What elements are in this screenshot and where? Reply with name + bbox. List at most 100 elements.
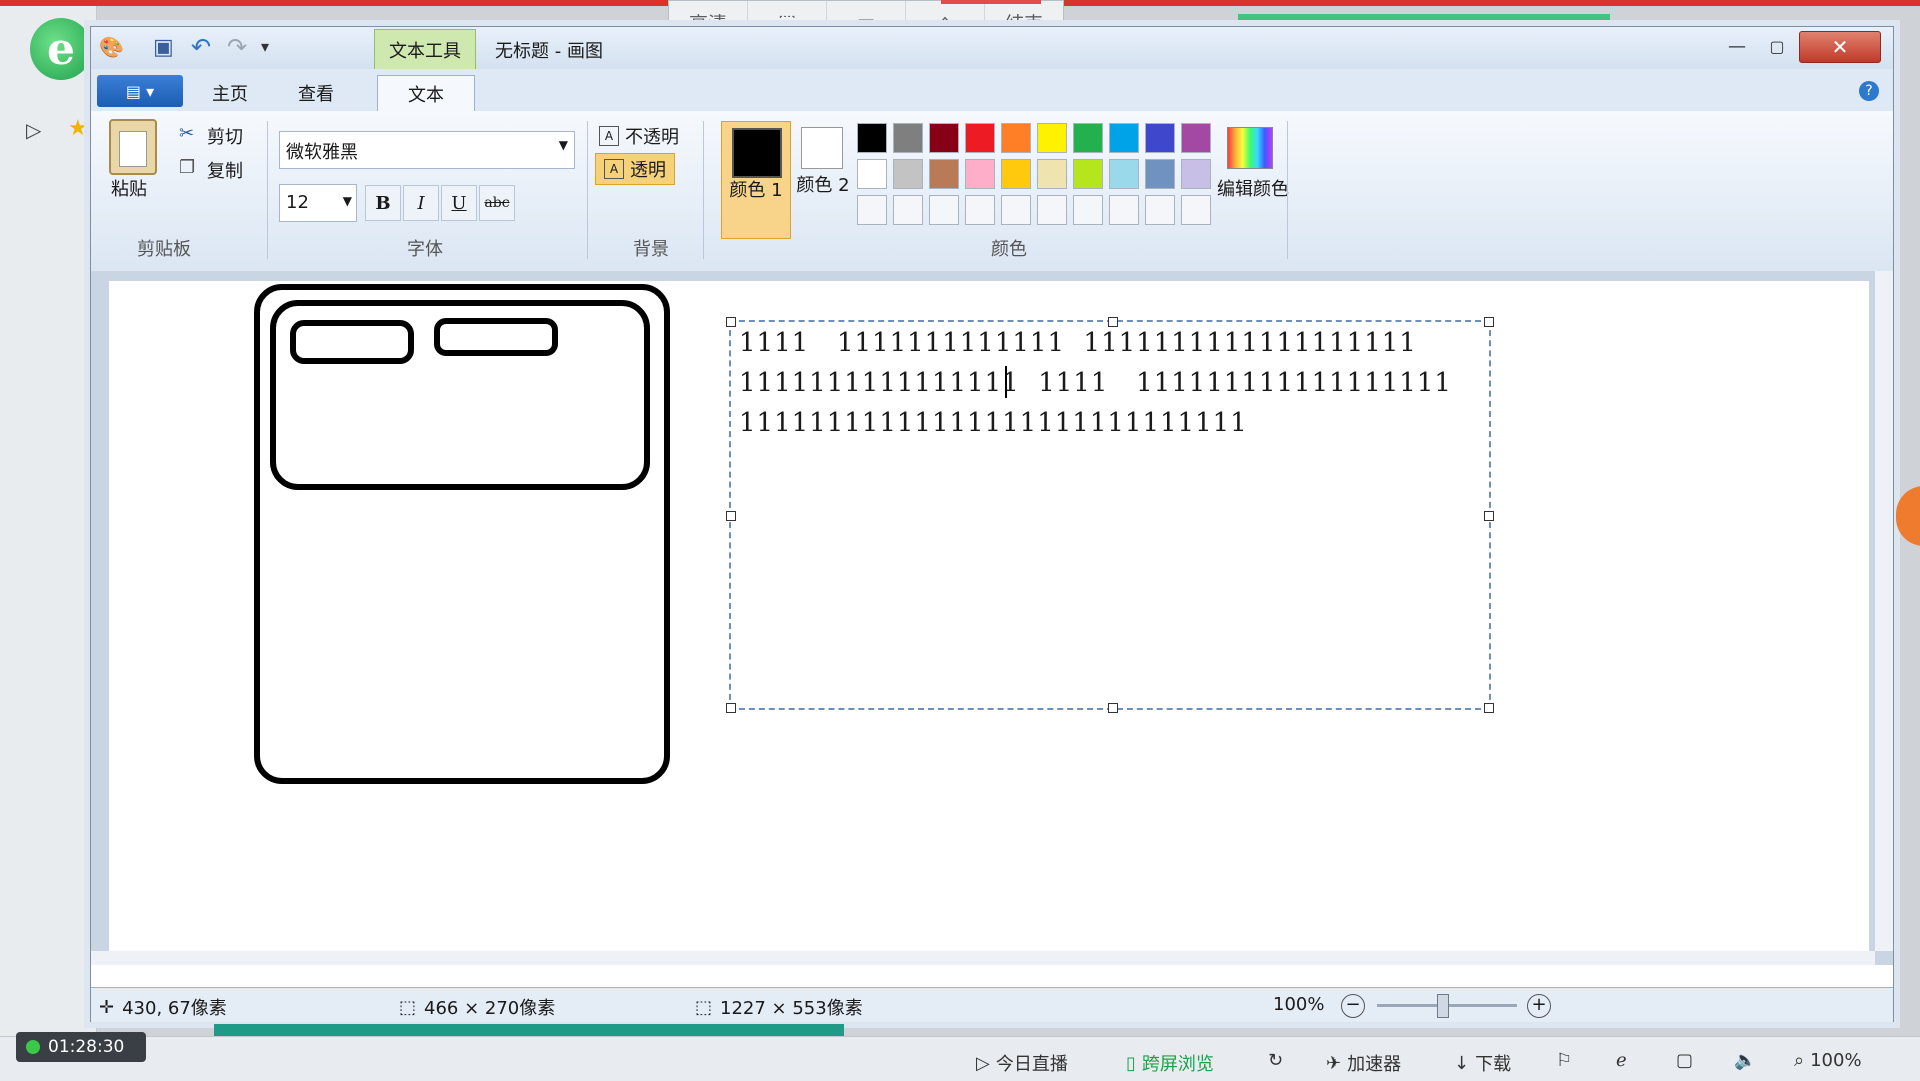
paint-app-icon[interactable]: 🎨	[99, 35, 125, 61]
strikethrough-button[interactable]: abc	[479, 185, 515, 221]
color-swatch[interactable]	[929, 195, 959, 225]
close-button[interactable]: ✕	[1799, 31, 1881, 63]
color-swatch[interactable]	[1109, 123, 1139, 153]
copy-button[interactable]: 复制	[207, 157, 243, 183]
color-swatch[interactable]	[1181, 123, 1211, 153]
color-swatch[interactable]	[1001, 159, 1031, 189]
transparent-button[interactable]: A 透明	[595, 153, 675, 185]
color-swatch[interactable]	[893, 195, 923, 225]
minimize-button[interactable]: —	[1719, 33, 1755, 59]
transparent-label: 透明	[630, 160, 666, 181]
color-swatch[interactable]	[1181, 159, 1211, 189]
live-button[interactable]: ▷ 今日直播	[976, 1050, 1068, 1076]
move-icon: ✛	[99, 996, 115, 1018]
copy-icon[interactable]: ❐	[179, 157, 195, 178]
zoom-control[interactable]: ⌕ 100%	[1794, 1050, 1862, 1071]
color-swatch[interactable]	[1073, 159, 1103, 189]
color-swatch[interactable]	[1109, 159, 1139, 189]
color2-button[interactable]	[801, 127, 843, 169]
italic-button[interactable]: I	[403, 185, 439, 221]
resize-handle[interactable]	[1484, 317, 1494, 327]
horizontal-scrollbar[interactable]	[91, 951, 1875, 965]
accelerator-label: 加速器	[1347, 1054, 1402, 1075]
window-icon[interactable]: ▢	[1676, 1050, 1693, 1071]
zoom-slider-thumb[interactable]	[1437, 994, 1449, 1018]
edit-colors-icon[interactable]	[1227, 127, 1273, 169]
browser-sidebar	[0, 6, 97, 1036]
tab-view[interactable]: 查看	[277, 75, 355, 111]
font-size-select[interactable]: 12 ▼	[279, 184, 357, 222]
refresh-icon[interactable]: ↻	[1268, 1050, 1283, 1071]
font-family-select[interactable]: 微软雅黑 ▼	[279, 131, 575, 169]
tab-text[interactable]: 文本	[377, 75, 475, 112]
resize-handle[interactable]	[726, 317, 736, 327]
maximize-button[interactable]: ▢	[1759, 33, 1795, 59]
resize-handle[interactable]	[1484, 511, 1494, 521]
resize-handle[interactable]	[726, 511, 736, 521]
zoom-in-button[interactable]: +	[1527, 994, 1551, 1018]
save-icon[interactable]: ▣	[153, 35, 174, 60]
resize-handle[interactable]	[726, 703, 736, 713]
color-swatch[interactable]	[1037, 123, 1067, 153]
side-float-tab[interactable]	[1896, 486, 1920, 546]
color-swatch[interactable]	[1073, 123, 1103, 153]
undo-icon[interactable]: ↶	[191, 33, 211, 61]
color-swatch[interactable]	[1181, 195, 1211, 225]
text-tools-context-tab: 文本工具	[374, 29, 476, 71]
text-line: 11111111111111111111111111111	[739, 408, 1248, 438]
color-swatch[interactable]	[1037, 195, 1067, 225]
resize-handle[interactable]	[1108, 703, 1118, 713]
scissors-icon[interactable]: ✂	[179, 123, 194, 144]
canvas-size: ⬚ 1227 × 553像素	[695, 994, 863, 1020]
tab-home[interactable]: 主页	[191, 75, 269, 111]
customize-toolbar-icon[interactable]: ▾	[261, 37, 269, 56]
redo-icon[interactable]: ↷	[227, 33, 247, 61]
canvas-size-value: 1227 × 553像素	[720, 998, 863, 1019]
zoom-out-button[interactable]: −	[1341, 994, 1365, 1018]
color-swatch[interactable]	[1001, 195, 1031, 225]
download-button[interactable]: ↓ 下载	[1454, 1050, 1511, 1076]
ie-icon[interactable]: ℯ	[1616, 1050, 1627, 1071]
sound-icon[interactable]: 🔈	[1734, 1050, 1756, 1071]
color-swatch[interactable]	[1109, 195, 1139, 225]
color1-button[interactable]: 颜色 1	[721, 121, 791, 239]
paste-icon[interactable]	[109, 119, 157, 175]
download-icon: ↓	[1454, 1052, 1470, 1074]
star-icon[interactable]: ★	[68, 116, 88, 141]
color-swatch[interactable]	[893, 159, 923, 189]
resize-handle[interactable]	[1108, 317, 1118, 327]
play-icon[interactable]: ▷	[26, 118, 41, 142]
color-swatch[interactable]	[857, 123, 887, 153]
color-swatch[interactable]	[1073, 195, 1103, 225]
color-swatch[interactable]	[857, 195, 887, 225]
text-box-selection[interactable]: 1111 1111111111111 1111111111111111111 1…	[726, 317, 1494, 713]
color-swatch[interactable]	[1001, 123, 1031, 153]
resize-handle[interactable]	[1484, 703, 1494, 713]
color-swatch[interactable]	[929, 123, 959, 153]
edit-colors-button[interactable]: 编辑颜色	[1217, 175, 1289, 201]
paste-button-label[interactable]: 粘贴	[111, 175, 147, 201]
file-menu-button[interactable]: ▤ ▾	[97, 75, 183, 107]
underline-button[interactable]: U	[441, 185, 477, 221]
accelerator-button[interactable]: ✈ 加速器	[1326, 1050, 1401, 1076]
cut-button[interactable]: 剪切	[207, 123, 243, 149]
color-swatch[interactable]	[965, 195, 995, 225]
color-swatch[interactable]	[965, 123, 995, 153]
color-swatch[interactable]	[1037, 159, 1067, 189]
cross-screen-button[interactable]: ▯ 跨屏浏览	[1126, 1050, 1214, 1076]
color-swatch[interactable]	[929, 159, 959, 189]
color-swatch[interactable]	[1145, 159, 1175, 189]
bold-button[interactable]: B	[365, 185, 401, 221]
download-label: 下载	[1475, 1054, 1512, 1075]
color-swatch[interactable]	[893, 123, 923, 153]
help-icon[interactable]: ?	[1859, 81, 1879, 101]
color-swatch[interactable]	[1145, 195, 1175, 225]
opaque-label: 不透明	[625, 127, 679, 148]
color-swatch[interactable]	[965, 159, 995, 189]
opaque-button[interactable]: A 不透明	[599, 123, 679, 149]
vertical-scrollbar[interactable]	[1875, 271, 1893, 951]
color-swatch[interactable]	[1145, 123, 1175, 153]
color-swatch[interactable]	[857, 159, 887, 189]
flag-icon[interactable]: ⚐	[1556, 1050, 1572, 1071]
drawn-small-rectangle-left	[290, 320, 414, 364]
